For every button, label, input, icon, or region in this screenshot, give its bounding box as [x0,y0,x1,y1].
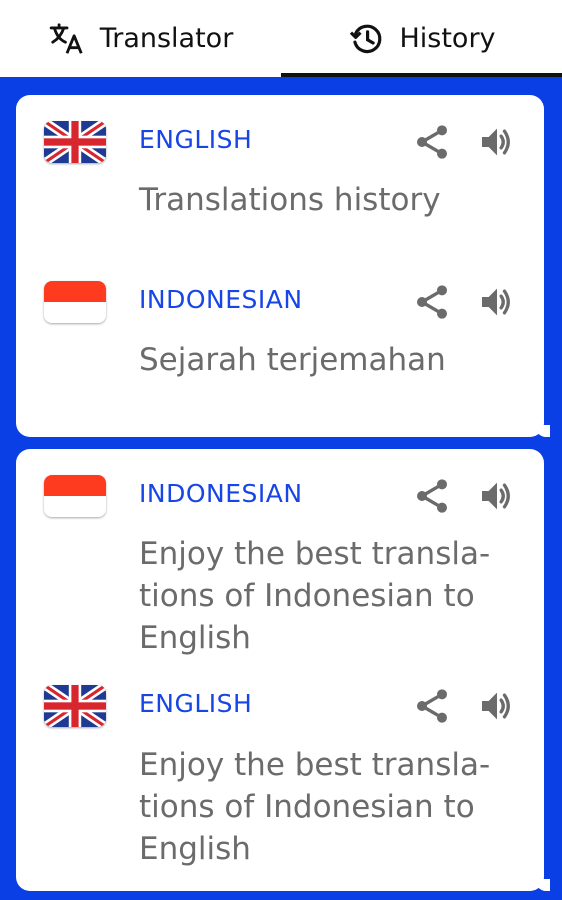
uk-flag [44,121,106,163]
indonesia-flag [44,281,106,323]
speaker-icon[interactable] [476,686,518,726]
share-icon[interactable] [412,686,452,726]
share-icon[interactable] [412,282,452,322]
language-label: INDONESIAN [139,285,303,314]
tab-history-label: History [399,23,496,54]
translation-text: Enjoy the best transla-tions of Indonesi… [139,747,491,867]
uk-flag [44,685,106,727]
speaker-icon[interactable] [476,476,518,516]
indonesia-flag [44,475,106,517]
translation-text: Sejarah terjemahan [139,342,446,378]
tab-translator[interactable]: Translator [0,0,281,77]
language-label: INDONESIAN [139,479,303,508]
share-icon[interactable] [412,122,452,162]
translation-text: Enjoy the best transla-tions of Indonesi… [139,536,491,656]
speaker-icon[interactable] [476,122,518,162]
tab-translator-label: Translator [99,23,234,54]
tab-history[interactable]: History [281,0,562,77]
speaker-icon[interactable] [476,282,518,322]
translate-icon [49,22,83,54]
history-icon [350,24,382,53]
translation-text: Translations history [139,182,441,218]
language-label: ENGLISH [139,125,253,154]
tab-bar: Translator History [0,0,562,77]
share-icon[interactable] [412,476,452,516]
language-label: ENGLISH [139,689,253,718]
history-card[interactable]: INDONESIAN Enjoy the best transla-tions … [16,449,550,891]
history-card[interactable]: ENGLISH Translations history INDONESIAN … [16,95,550,437]
